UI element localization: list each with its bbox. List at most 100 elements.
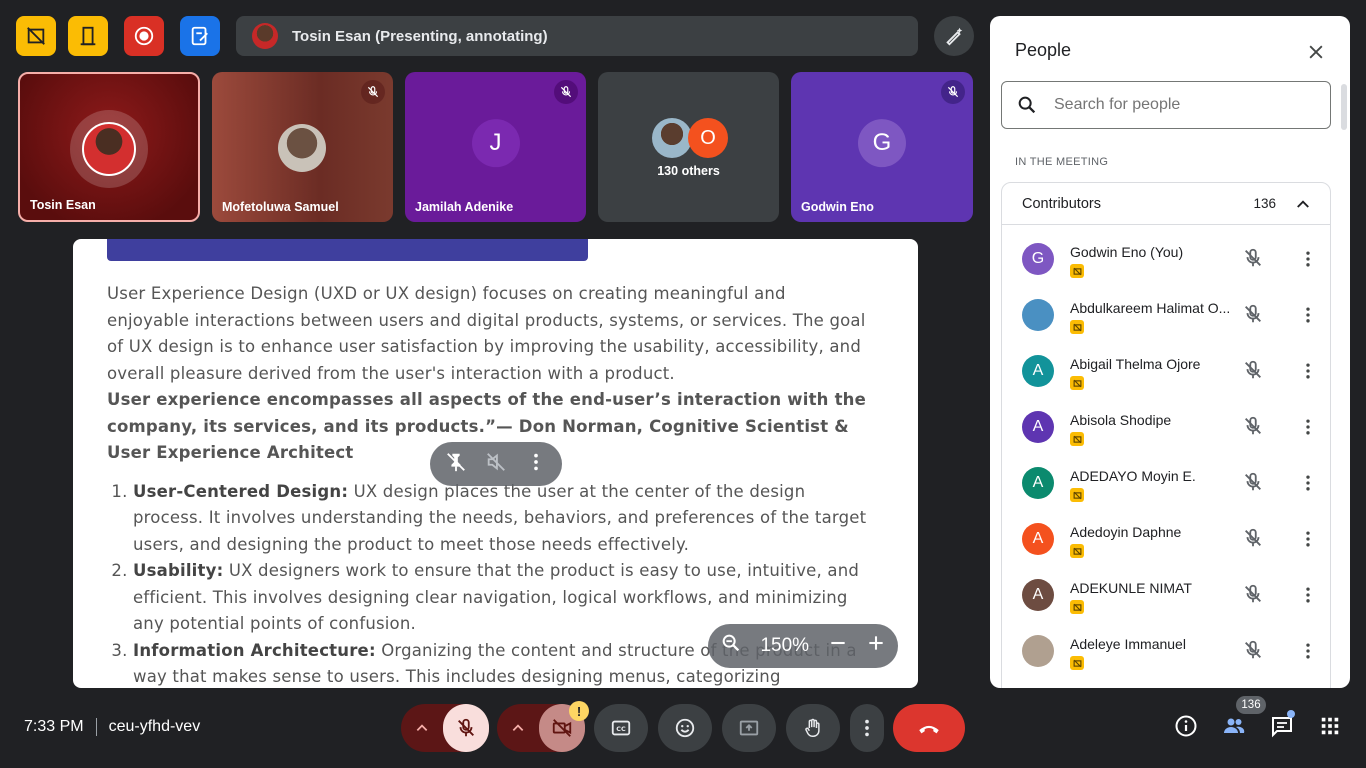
scrollbar[interactable]: [1341, 84, 1347, 130]
participant-row[interactable]: A ADEKUNLE NIMAT: [1002, 567, 1330, 623]
search-input[interactable]: [1054, 96, 1304, 114]
participant-name: Abigail Thelma Ojore: [1070, 356, 1201, 372]
role-badge-icon: [1070, 376, 1084, 390]
audio-controls: [401, 704, 489, 752]
mute-participant-button[interactable]: [1242, 471, 1264, 498]
close-panel-button[interactable]: [1302, 38, 1330, 66]
mute-participant-button[interactable]: [1242, 527, 1264, 554]
presentation-controls: [430, 442, 562, 486]
contributors-header[interactable]: Contributors 136: [1002, 183, 1330, 225]
more-vert-icon: [1306, 531, 1310, 547]
activities-button[interactable]: [1318, 714, 1342, 738]
no-video-layout-icon: [27, 27, 45, 45]
avatar: G: [1022, 243, 1054, 275]
breakout-room-button[interactable]: [68, 16, 108, 56]
video-options-button[interactable]: [497, 704, 539, 752]
zoom-reset-button[interactable]: [720, 632, 742, 660]
mute-participant-button[interactable]: [1242, 639, 1264, 666]
info-icon: [1175, 715, 1197, 737]
more-vert-icon: [1306, 307, 1310, 323]
muted-indicator: [554, 80, 578, 104]
participant-name: Adedoyin Daphne: [1070, 524, 1182, 540]
tile-name: Mofetoluwa Samuel: [222, 200, 339, 214]
reactions-button[interactable]: [658, 704, 712, 752]
search-box: [1001, 81, 1331, 129]
participant-more-button[interactable]: [1298, 583, 1318, 612]
avatar: G: [858, 119, 906, 168]
unpin-button[interactable]: [445, 451, 467, 478]
participant-more-button[interactable]: [1298, 247, 1318, 276]
notes-button[interactable]: [180, 16, 220, 56]
participant-row[interactable]: A Abisola Shodipe: [1002, 399, 1330, 455]
more-vert-icon: [534, 453, 538, 470]
participant-more-button[interactable]: [1298, 471, 1318, 500]
mic-off-icon: [1245, 416, 1261, 435]
slide-paragraph: User Experience Design (UXD or UX design…: [107, 284, 866, 383]
mic-off-icon: [1245, 584, 1261, 603]
minus-icon: [830, 641, 845, 645]
participant-count-badge: 136: [1236, 696, 1266, 714]
more-vert-icon: [1306, 587, 1310, 603]
more-vert-icon: [1306, 363, 1310, 379]
participant-more-button[interactable]: [1298, 639, 1318, 668]
mute-participant-button[interactable]: [1242, 359, 1264, 386]
participant-more-button[interactable]: [1298, 527, 1318, 556]
list-item-title: Usability:: [133, 561, 224, 580]
participant-tile[interactable]: Mofetoluwa Samuel: [212, 72, 393, 222]
raise-hand-button[interactable]: [786, 704, 840, 752]
participant-tile[interactable]: Tosin Esan: [18, 72, 200, 222]
avatar: [82, 122, 136, 176]
zoom-out-button[interactable]: [828, 633, 848, 659]
record-icon: [134, 26, 154, 46]
closed-caption-icon: CC: [611, 720, 631, 736]
hide-self-view-button[interactable]: [16, 16, 56, 56]
mute-presentation-audio-button[interactable]: [485, 451, 507, 478]
participant-more-button[interactable]: [1298, 359, 1318, 388]
people-button[interactable]: [1222, 714, 1246, 738]
audio-options-button[interactable]: [401, 704, 443, 752]
mute-participant-button[interactable]: [1242, 415, 1264, 442]
annotate-button[interactable]: [934, 16, 974, 56]
chevron-up-icon: [1297, 199, 1309, 208]
role-badge-icon: [1070, 600, 1084, 614]
role-badge-icon: [1070, 488, 1084, 502]
participant-row[interactable]: A Adedoyin Daphne: [1002, 511, 1330, 567]
camera-warning-badge: !: [569, 701, 589, 721]
participant-row[interactable]: A ADEDAYO Moyin E.: [1002, 455, 1330, 511]
meeting-details-button[interactable]: [1174, 714, 1198, 738]
participant-more-button[interactable]: [1298, 303, 1318, 332]
plus-icon: [869, 636, 883, 650]
participant-row[interactable]: G Godwin Eno (You): [1002, 231, 1330, 287]
captions-button[interactable]: CC: [594, 704, 648, 752]
participant-tile[interactable]: G Godwin Eno: [791, 72, 973, 222]
tile-name: Tosin Esan: [30, 198, 96, 212]
recording-button[interactable]: [124, 16, 164, 56]
mic-off-icon: [1245, 472, 1261, 491]
leave-call-button[interactable]: [893, 704, 965, 752]
zoom-in-button[interactable]: [866, 633, 886, 659]
people-icon: [1224, 718, 1245, 733]
svg-text:CC: CC: [616, 725, 626, 733]
others-tile[interactable]: O 130 others: [598, 72, 779, 222]
participant-more-button[interactable]: [1298, 415, 1318, 444]
present-button[interactable]: [722, 704, 776, 752]
mic-toggle-button[interactable]: [443, 704, 489, 752]
participant-row[interactable]: Abdulkareem Halimat O...: [1002, 287, 1330, 343]
more-options-button[interactable]: [525, 451, 547, 478]
participant-tile[interactable]: J Jamilah Adenike: [405, 72, 586, 222]
muted-indicator: [361, 80, 385, 104]
presenting-label: Tosin Esan (Presenting, annotating): [292, 27, 548, 45]
participant-row[interactable]: A Abigail Thelma Ojore: [1002, 343, 1330, 399]
list-item-title: User-Centered Design:: [133, 481, 349, 501]
mute-participant-button[interactable]: [1242, 247, 1264, 274]
mute-participant-button[interactable]: [1242, 303, 1264, 330]
participant-row[interactable]: Adeleye Immanuel: [1002, 623, 1330, 679]
others-count: 130 others: [657, 164, 720, 178]
participant-name: Abdulkareem Halimat O...: [1070, 300, 1231, 316]
mic-off-icon: [947, 86, 959, 98]
mute-participant-button[interactable]: [1242, 583, 1264, 610]
present-to-all-icon: [739, 720, 759, 736]
more-options-button[interactable]: [850, 704, 884, 752]
panel-title: People: [1015, 40, 1072, 60]
role-badge-icon: [1070, 264, 1084, 278]
